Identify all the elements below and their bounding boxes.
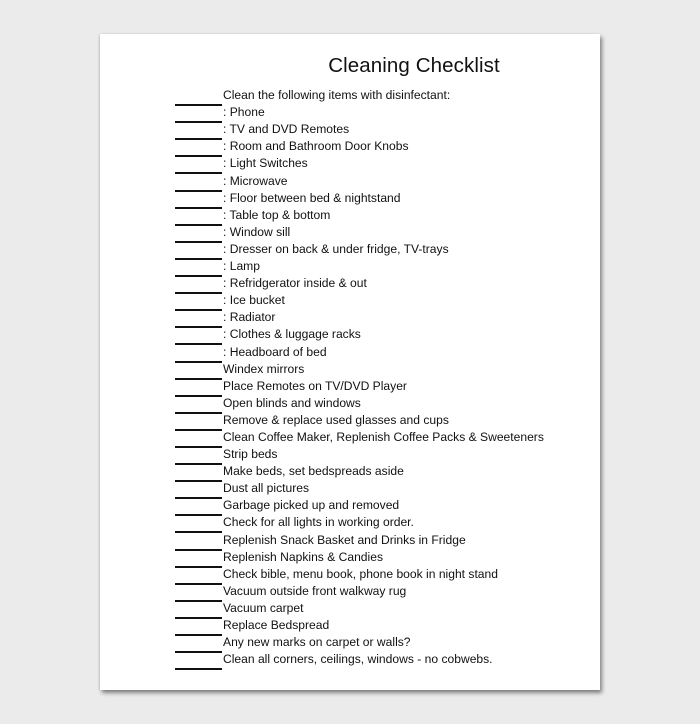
checklist-item-label: Dust all pictures: [223, 481, 310, 496]
checklist-item-label: Vacuum carpet: [223, 600, 304, 615]
checklist-item-label: : Dresser on back & under fridge, TV-tra…: [223, 241, 449, 256]
checklist-item: Replace Bedspread: [175, 616, 544, 636]
checklist-item-label: Replenish Napkins & Candies: [223, 549, 383, 564]
checklist-item: : Ice bucket: [175, 291, 544, 312]
checklist-item: Place Remotes on TV/DVD Player: [175, 377, 544, 397]
checklist-item: Clean the following items with disinfect…: [175, 86, 544, 107]
checklist-item-label: : Phone: [223, 105, 265, 120]
checklist-item: : Microwave: [175, 171, 544, 192]
checklist-item: Strip beds: [175, 445, 544, 466]
checklist-item-label: Check bible, menu book, phone book in ni…: [223, 566, 498, 581]
checklist-item-label: Any new marks on carpet or walls?: [223, 635, 411, 650]
checklist-item-label: : Microwave: [223, 173, 288, 188]
checklist-item-label: Clean Coffee Maker, Replenish Coffee Pac…: [223, 429, 544, 444]
checklist-item-label: Garbage picked up and removed: [223, 498, 400, 513]
checklist-item-label: : Light Switches: [223, 156, 308, 171]
checklist-item-label: : Table top & bottom: [223, 207, 331, 222]
checklist-item-label: Clean all corners, ceilings, windows - n…: [223, 652, 493, 667]
checklist-item-label: Replace Bedspread: [223, 618, 330, 632]
checklist-item: : Headboard of bed: [175, 342, 544, 363]
checklist-item-label: Windex mirrors: [223, 361, 305, 376]
checklist-item-label: Place Remotes on TV/DVD Player: [223, 378, 407, 393]
checklist-item: : Light Switches: [175, 154, 544, 175]
checkoff-blank-line[interactable]: [175, 668, 222, 671]
checklist-item-label: Remove & replace used glasses and cups: [223, 412, 449, 427]
checklist-item: : Refridgerator inside & out: [175, 274, 544, 295]
checklist-item: : Clothes & luggage racks: [175, 325, 544, 346]
checklist-item: Replenish Napkins & Candies: [175, 548, 544, 568]
checklist-item: Vacuum outside front walkway rug: [175, 582, 544, 602]
checklist-item: Remove & replace used glasses and cups: [175, 411, 544, 431]
checklist-item-label: Strip beds: [223, 447, 278, 462]
checklist-item: : Room and Bathroom Door Knobs: [175, 137, 544, 158]
checklist-item: Garbage picked up and removed: [175, 496, 544, 517]
checklist-item-label: Check for all lights in working order.: [223, 515, 414, 530]
checklist-item: : Lamp: [175, 257, 544, 278]
checklist-item: Check for all lights in working order.: [175, 513, 544, 534]
checklist-item: : TV and DVD Remotes: [175, 120, 544, 141]
checklist-item: : Dresser on back & under fridge, TV-tra…: [175, 240, 544, 260]
checklist-item: : Phone: [175, 103, 544, 124]
checklist-item: Open blinds and windows: [175, 394, 544, 414]
checklist-item-label: : TV and DVD Remotes: [223, 122, 350, 137]
checklist-item-label: : Window sill: [223, 224, 291, 239]
checklist-item-label: Open blinds and windows: [223, 395, 361, 410]
checklist-item-label: : Lamp: [223, 259, 260, 274]
checklist-item: : Floor between bed & nightstand: [175, 189, 544, 209]
checklist-item: Vacuum carpet: [175, 599, 544, 619]
checklist-item: Check bible, menu book, phone book in ni…: [175, 565, 544, 585]
checklist-item: Any new marks on carpet or walls?: [175, 633, 544, 654]
checklist-item: : Table top & bottom: [175, 206, 544, 226]
checklist-item-label: : Floor between bed & nightstand: [223, 190, 401, 205]
checklist-item: Dust all pictures: [175, 479, 544, 500]
checklist-item-label: : Room and Bathroom Door Knobs: [223, 139, 409, 154]
checklist-item: Replenish Snack Basket and Drinks in Fri…: [175, 530, 544, 551]
checklist-item-label: Make beds, set bedspreads aside: [223, 464, 404, 479]
checklist-item: : Radiator: [175, 308, 544, 329]
checklist-item: Clean Coffee Maker, Replenish Coffee Pac…: [175, 428, 544, 448]
checklist-item: Make beds, set bedspreads aside: [175, 462, 544, 483]
checklist-item-label: : Refridgerator inside & out: [223, 276, 367, 291]
checklist-item-label: : Radiator: [223, 310, 276, 325]
checklist: Clean the following items with disinfect…: [175, 86, 544, 671]
checklist-item: : Window sill: [175, 223, 544, 243]
checklist-item-label: : Ice bucket: [223, 293, 285, 308]
checklist-item: Clean all corners, ceilings, windows - n…: [175, 650, 544, 671]
checklist-item-label: : Headboard of bed: [223, 344, 327, 359]
page-title: Cleaning Checklist: [328, 54, 500, 77]
checklist-item: Windex mirrors: [175, 360, 544, 380]
checklist-item-label: Replenish Snack Basket and Drinks in Fri…: [223, 532, 466, 547]
document-page: Cleaning Checklist Clean the following i…: [100, 34, 600, 690]
checklist-item-label: Vacuum outside front walkway rug: [223, 583, 407, 598]
checklist-item-label: Clean the following items with disinfect…: [223, 88, 451, 103]
checklist-item-label: : Clothes & luggage racks: [223, 327, 361, 342]
